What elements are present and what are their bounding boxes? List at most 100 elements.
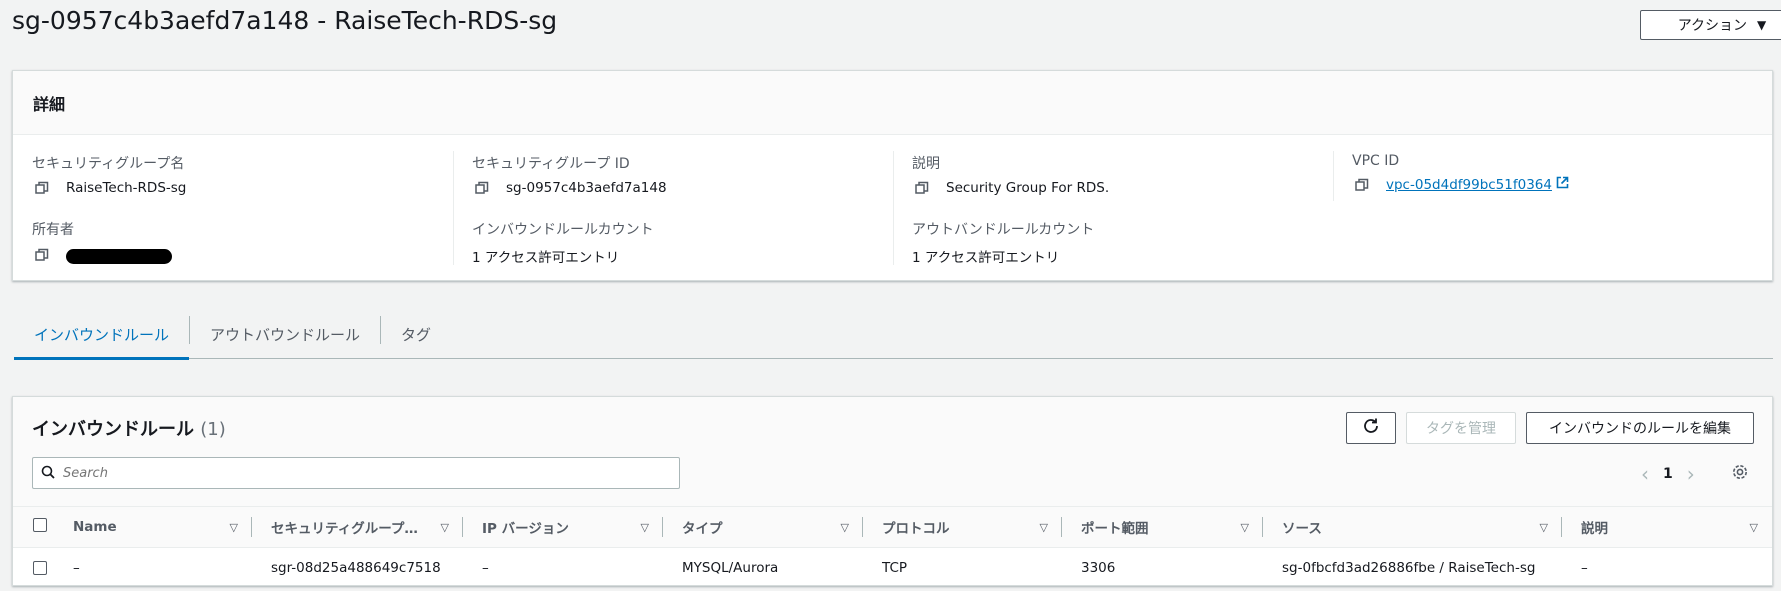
details-grid: セキュリティグループ名 RaiseTech-RDS-sg セキュリティグループ … [13,135,1772,281]
field-owner: 所有者 [32,219,432,264]
field-value: 1 アクセス許可エントリ [912,250,1060,266]
inbound-rules-table: Name ▽ セキュリティグループ… ▽ IP バージョン ▽ タイプ ▽ プロトコル ▽ [13,506,1772,588]
tab-outbound-rules[interactable]: アウトバウンドルール [190,310,380,359]
field-vpc-id: VPC ID vpc-05d4df99bc51f0364 [1352,153,1752,193]
sort-caret-icon[interactable]: ▽ [1040,521,1048,534]
redacted-owner-value [66,249,172,264]
field-label: 説明 [912,156,940,172]
cell-protocol: TCP [882,559,908,576]
tab-tags[interactable]: タグ [381,310,451,359]
vpc-id-link[interactable]: vpc-05d4df99bc51f0364 [1386,177,1552,193]
tab-inbound-rules[interactable]: インバウンドルール [14,310,190,360]
field-value: sg-0957c4b3aefd7a148 [506,180,667,196]
field-outbound-rule-count: アウトバンドルールカウント 1 アクセス許可エントリ [912,219,1312,266]
sort-caret-icon[interactable]: ▽ [641,521,649,534]
column-header-protocol[interactable]: プロトコル ▽ [863,506,1062,548]
column-header-port-range[interactable]: ポート範囲 ▽ [1062,506,1263,548]
field-label: セキュリティグループ名 [32,156,185,172]
field-value-row: 1 アクセス許可エントリ [912,246,1312,266]
chevron-left-icon[interactable]: ‹ [1641,462,1649,486]
page-number[interactable]: 1 [1663,466,1673,482]
cell-name: – [73,559,80,576]
column-header-ip-version[interactable]: IP バージョン ▽ [463,506,663,548]
column-label: 説明 [1581,521,1608,537]
cell-ip-version: – [482,559,489,576]
rules-count: (1) [200,419,226,440]
sort-caret-icon[interactable]: ▽ [1540,521,1548,534]
details-heading: 詳細 [33,94,66,114]
column-header-name[interactable]: Name ▽ [73,506,252,548]
cell-security-group-rule-id: sgr-08d25a488649c7518 [271,559,441,576]
copy-icon[interactable] [35,181,49,195]
field-value-row: vpc-05d4df99bc51f0364 [1352,176,1752,193]
sort-caret-icon[interactable]: ▽ [230,521,238,534]
cell-type: MYSQL/Aurora [682,559,779,576]
column-label: タイプ [682,521,723,537]
chevron-right-icon[interactable]: › [1687,462,1695,486]
external-link-icon[interactable] [1556,176,1569,193]
field-value-row: 1 アクセス許可エントリ [472,246,872,266]
refresh-icon [1362,417,1380,439]
sort-caret-icon[interactable]: ▽ [1241,521,1249,534]
search-input[interactable] [63,465,643,481]
column-label: セキュリティグループ… [271,521,418,537]
column-header-type[interactable]: タイプ ▽ [663,506,863,548]
field-label: インバウンドルールカウント [472,222,654,238]
rules-header: インバウンドルール (1) タグを管理 インバウンドのルールを編集 ‹ 1 › [13,397,1772,506]
refresh-button[interactable] [1346,412,1396,444]
search-icon [41,464,55,483]
field-label: 所有者 [32,222,74,238]
copy-icon[interactable] [35,248,49,262]
field-value-row: sg-0957c4b3aefd7a148 [472,180,872,196]
column-label: プロトコル [882,521,950,537]
field-label: アウトバンドルールカウント [912,222,1095,238]
pagination: ‹ 1 › [1641,462,1695,486]
manage-tags-button[interactable]: タグを管理 [1406,412,1516,444]
cell-port-range: 3306 [1081,559,1116,576]
field-description: 説明 Security Group For RDS. [912,153,1312,196]
column-label: ソース [1282,521,1322,537]
details-panel: 詳細 セキュリティグループ名 RaiseTech-RDS-sg セキュリティグル… [12,70,1773,281]
rules-title-text: インバウンドルール [32,419,194,440]
cell-source: sg-0fbcfd3ad26886fbe / RaiseTech-sg [1282,559,1536,576]
column-divider [453,151,454,265]
page-title: sg-0957c4b3aefd7a148 - RaiseTech-RDS-sg [12,6,558,35]
copy-icon[interactable] [915,181,929,195]
column-label: ポート範囲 [1081,521,1149,537]
select-all-checkbox[interactable] [33,518,47,532]
sort-caret-icon[interactable]: ▽ [841,521,849,534]
select-all-header [13,506,73,548]
column-header-security-group-rule-id[interactable]: セキュリティグループ… ▽ [252,506,463,548]
search-field[interactable] [32,457,680,489]
column-divider [893,151,894,265]
copy-icon[interactable] [1355,178,1369,192]
row-checkbox[interactable] [33,560,47,575]
table-row[interactable]: – sgr-08d25a488649c7518 – MYSQL/Aurora T… [13,548,1772,588]
field-security-group-id: セキュリティグループ ID sg-0957c4b3aefd7a148 [472,153,872,196]
column-header-source[interactable]: ソース ▽ [1263,506,1562,548]
row-select-cell [13,548,73,588]
tab-bar: インバウンドルール アウトバウンドルール タグ [14,310,1773,360]
column-header-description[interactable]: 説明 ▽ [1562,506,1772,548]
edit-inbound-rules-button[interactable]: インバウンドのルールを編集 [1526,412,1754,444]
caret-down-icon: ▼ [1757,18,1767,32]
sort-caret-icon[interactable]: ▽ [1750,521,1758,534]
copy-icon[interactable] [475,181,489,195]
column-label: IP バージョン [482,521,569,537]
sort-caret-icon[interactable]: ▽ [441,521,449,534]
settings-icon[interactable] [1731,463,1749,485]
column-divider [1333,151,1334,201]
table-header-row: Name ▽ セキュリティグループ… ▽ IP バージョン ▽ タイプ ▽ プロトコル ▽ [13,506,1772,548]
field-value-row: Security Group For RDS. [912,180,1312,196]
actions-label: アクション [1677,18,1748,34]
field-value-row [32,246,432,264]
cell-description: – [1581,559,1588,576]
field-value-row: RaiseTech-RDS-sg [32,180,432,196]
details-header: 詳細 [13,71,1772,135]
rules-title: インバウンドルール (1) [32,415,226,441]
field-inbound-rule-count: インバウンドルールカウント 1 アクセス許可エントリ [472,219,872,266]
actions-dropdown-button[interactable]: アクション ▼ [1640,10,1781,40]
field-security-group-name: セキュリティグループ名 RaiseTech-RDS-sg [32,153,432,196]
field-value: Security Group For RDS. [946,180,1110,196]
field-value: 1 アクセス許可エントリ [472,250,620,266]
